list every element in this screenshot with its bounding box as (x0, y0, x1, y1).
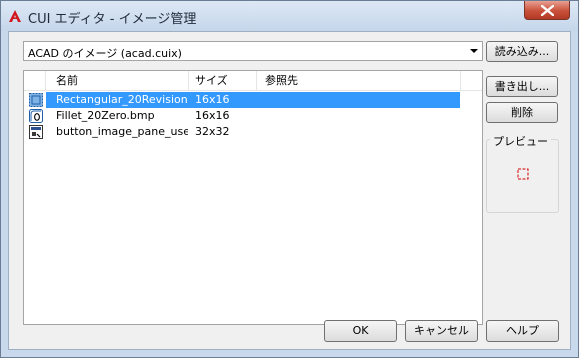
row-reference (258, 124, 460, 140)
table-row[interactable]: Fillet_20Zero.bmp 16x16 (24, 108, 482, 124)
help-button[interactable]: ヘルプ (486, 320, 559, 342)
header-size[interactable]: サイズ (189, 71, 257, 90)
row-size: 16x16 (188, 92, 258, 108)
image-file-select[interactable]: ACAD のイメージ (acad.cuix) (23, 41, 483, 61)
image-pane-icon (29, 125, 43, 139)
ok-button[interactable]: OK (324, 320, 397, 342)
close-icon (541, 5, 554, 16)
rectangle-revision-icon (29, 93, 43, 107)
image-list[interactable]: 名前 サイズ 参照先 Rectangular_20Revision... 16x… (23, 70, 483, 325)
header-reference[interactable]: 参照先 (257, 71, 461, 90)
dialog-client-area: ACAD のイメージ (acad.cuix) 名前 サイズ 参照先 Rectan… (8, 31, 571, 350)
delete-button[interactable]: 削除 (486, 102, 558, 123)
preview-label: プレビュー (490, 133, 551, 149)
row-name: Rectangular_20Revision... (46, 92, 188, 108)
window-title: CUI エディタ - イメージ管理 (28, 12, 197, 27)
export-button[interactable]: 書き出し... (486, 76, 558, 97)
autocad-logo-icon (9, 10, 21, 22)
header-icon-column[interactable] (24, 71, 46, 90)
list-header: 名前 サイズ 参照先 (24, 71, 482, 91)
image-file-select-value: ACAD のイメージ (acad.cuix) (28, 47, 182, 60)
title-bar[interactable]: CUI エディタ - イメージ管理 (1, 1, 578, 31)
cancel-button[interactable]: キャンセル (405, 320, 478, 342)
preview-image (517, 168, 529, 180)
row-name: button_image_pane_use_... (56, 125, 188, 138)
row-reference (258, 92, 460, 108)
row-name: Fillet_20Zero.bmp (56, 109, 155, 122)
row-reference (258, 108, 460, 124)
row-size: 32x32 (195, 125, 230, 138)
image-manager-dialog: CUI エディタ - イメージ管理 ACAD のイメージ (acad.cuix)… (0, 0, 579, 358)
header-name[interactable]: 名前 (46, 71, 189, 90)
fillet-zero-icon (29, 109, 43, 123)
table-row[interactable]: Rectangular_20Revision... 16x16 (24, 92, 482, 108)
close-button[interactable] (524, 1, 570, 20)
table-row[interactable]: button_image_pane_use_... 32x32 (24, 124, 482, 140)
row-size: 16x16 (195, 109, 230, 122)
import-button[interactable]: 読み込み... (486, 41, 558, 62)
dropdown-arrow-icon[interactable] (470, 49, 478, 53)
